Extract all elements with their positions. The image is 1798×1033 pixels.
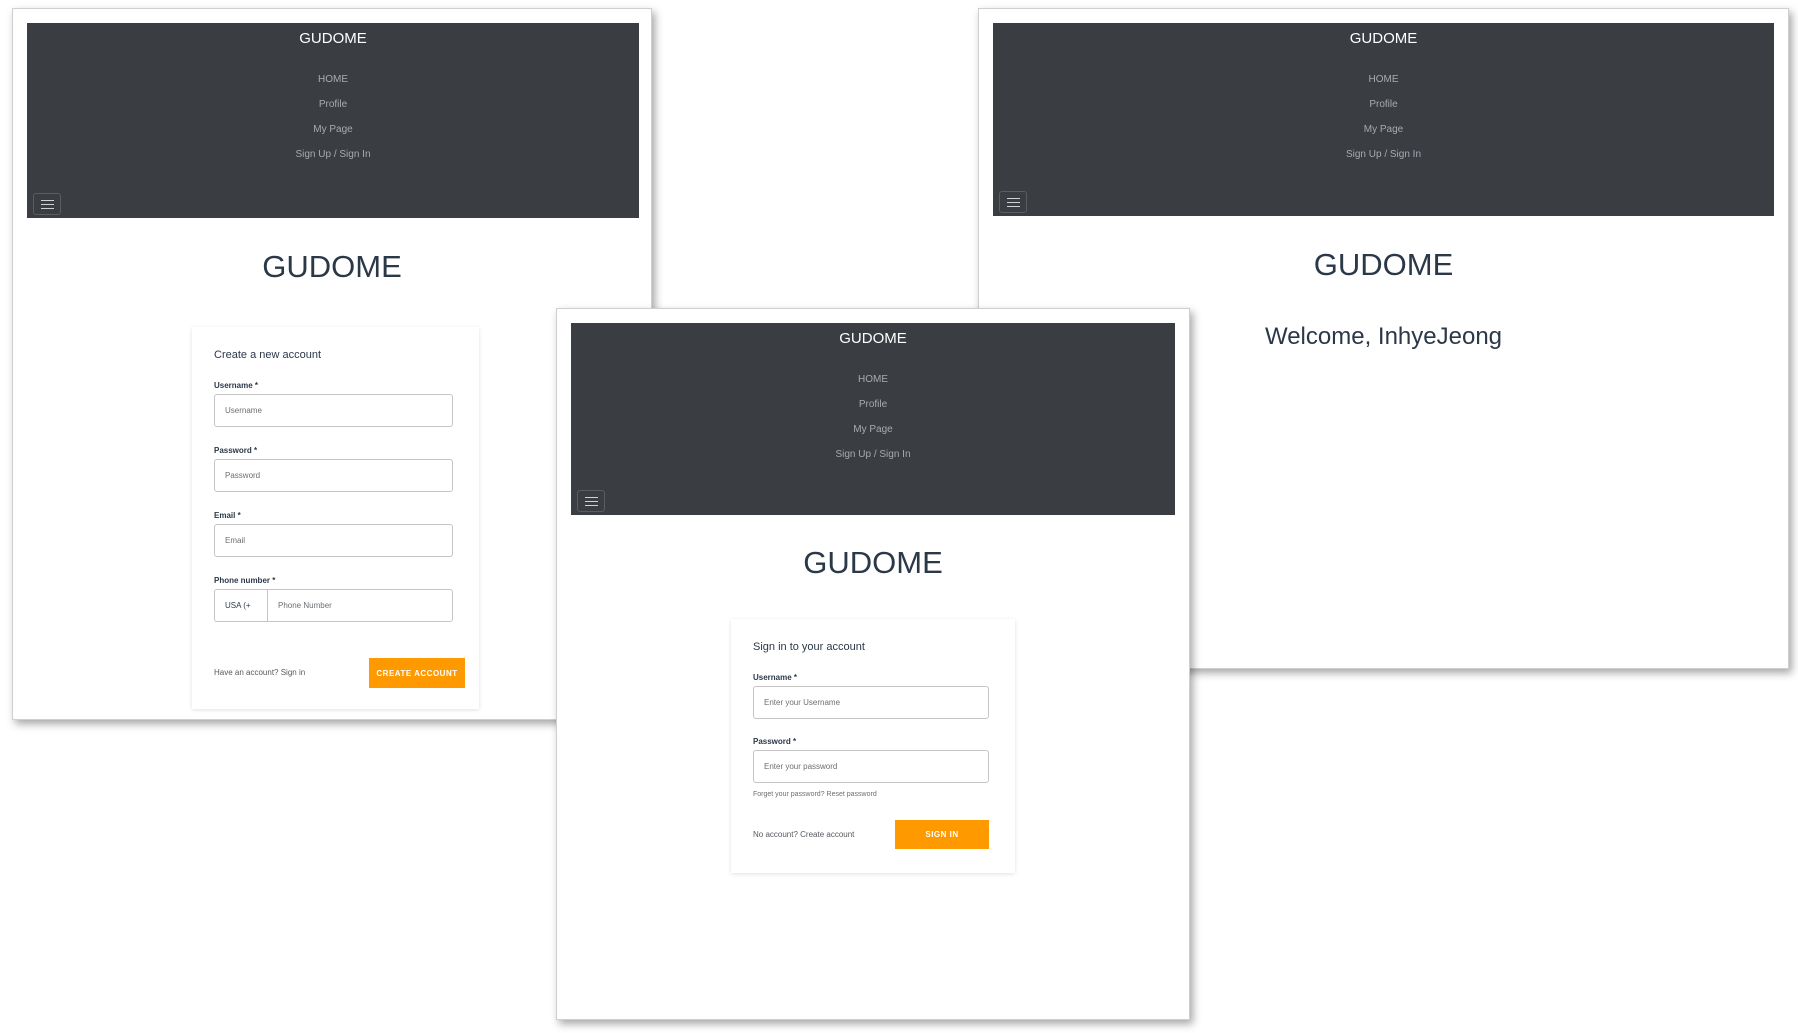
navbar: GUDOME HOME Profile My Page Sign Up / Si…: [993, 23, 1774, 216]
menu-toggle-button[interactable]: [577, 490, 605, 512]
menu-toggle-button[interactable]: [33, 193, 61, 215]
create-account-link[interactable]: No account? Create account: [753, 830, 854, 839]
signup-form-card: Create a new account Username * Password…: [192, 327, 479, 709]
nav-link-my-page[interactable]: My Page: [27, 117, 639, 142]
username-input[interactable]: [214, 394, 453, 427]
nav-link-my-page[interactable]: My Page: [571, 417, 1175, 442]
nav-brand[interactable]: GUDOME: [571, 330, 1175, 347]
signin-form-card: Sign in to your account Username * Passw…: [731, 619, 1015, 873]
phone-number-input[interactable]: [267, 589, 453, 622]
create-account-button[interactable]: CREATE ACCOUNT: [369, 658, 465, 688]
nav-link-profile[interactable]: Profile: [571, 392, 1175, 417]
page-title: GUDOME: [262, 249, 402, 284]
email-input[interactable]: [214, 524, 453, 557]
reset-password-link[interactable]: Forget your password? Reset password: [753, 791, 877, 798]
phone-label: Phone number *: [214, 576, 276, 585]
hamburger-icon: [585, 497, 598, 498]
nav-link-my-page[interactable]: My Page: [993, 117, 1774, 142]
nav-link-signup-signin[interactable]: Sign Up / Sign In: [993, 142, 1774, 167]
hamburger-icon: [1007, 198, 1020, 199]
signin-link[interactable]: Have an account? Sign in: [214, 668, 305, 677]
hamburger-icon: [41, 200, 54, 201]
nav-link-profile[interactable]: Profile: [27, 92, 639, 117]
nav-links: HOME Profile My Page Sign Up / Sign In: [27, 67, 639, 167]
menu-toggle-button[interactable]: [999, 191, 1027, 213]
nav-links: HOME Profile My Page Sign Up / Sign In: [993, 67, 1774, 167]
password-input[interactable]: [214, 459, 453, 492]
page-title: GUDOME: [1313, 247, 1454, 282]
nav-brand[interactable]: GUDOME: [993, 30, 1774, 47]
nav-brand[interactable]: GUDOME: [27, 30, 639, 47]
navbar: GUDOME HOME Profile My Page Sign Up / Si…: [27, 23, 639, 218]
email-label: Email *: [214, 511, 241, 520]
nav-link-profile[interactable]: Profile: [993, 92, 1774, 117]
country-code-select[interactable]: USA (+: [214, 589, 268, 622]
signup-form-title: Create a new account: [214, 349, 322, 361]
password-label: Password *: [753, 737, 797, 746]
username-label: Username *: [214, 381, 259, 390]
username-input[interactable]: [753, 686, 989, 719]
password-label: Password *: [214, 446, 258, 455]
nav-link-home[interactable]: HOME: [571, 367, 1175, 392]
nav-link-signup-signin[interactable]: Sign Up / Sign In: [27, 142, 639, 167]
username-label: Username *: [753, 673, 798, 682]
nav-link-signup-signin[interactable]: Sign Up / Sign In: [571, 442, 1175, 467]
password-input[interactable]: [753, 750, 989, 783]
sign-in-button[interactable]: SIGN IN: [895, 820, 989, 849]
signin-form-title: Sign in to your account: [753, 641, 865, 653]
page-title: GUDOME: [803, 545, 943, 580]
nav-links: HOME Profile My Page Sign Up / Sign In: [571, 367, 1175, 467]
signin-window: GUDOME HOME Profile My Page Sign Up / Si…: [556, 308, 1190, 1020]
nav-link-home[interactable]: HOME: [27, 67, 639, 92]
navbar: GUDOME HOME Profile My Page Sign Up / Si…: [571, 323, 1175, 515]
nav-link-home[interactable]: HOME: [993, 67, 1774, 92]
